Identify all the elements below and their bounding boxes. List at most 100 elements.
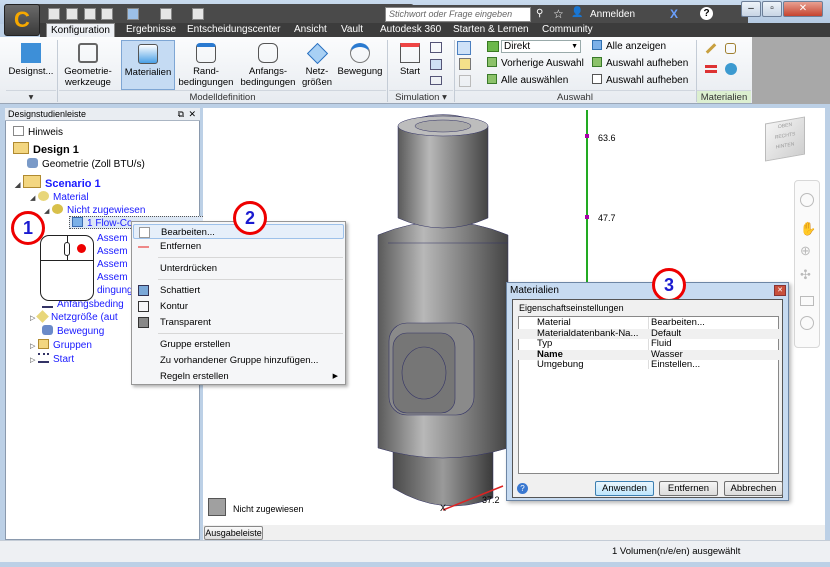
flow-control-part[interactable] xyxy=(377,114,509,507)
list-icon[interactable] xyxy=(430,42,442,53)
tree-gruppen[interactable]: ▷ Gruppen xyxy=(30,339,92,352)
tab-konfiguration[interactable]: Konfiguration xyxy=(46,23,115,37)
geometriewerkzeuge-button[interactable]: Geometrie-werkzeuge xyxy=(59,40,117,90)
search-input[interactable]: Stichwort oder Frage eingeben xyxy=(385,7,531,22)
property-value[interactable]: Einstellen... xyxy=(651,359,700,371)
anfangsbedingungen-button[interactable]: Anfangs-bedingungen xyxy=(237,40,299,90)
close-button[interactable]: ✕ xyxy=(783,1,823,17)
close-icon[interactable]: ✕ xyxy=(188,108,196,121)
collapse-icon[interactable]: ◢ xyxy=(30,192,38,205)
menu-regeln-erstellen[interactable]: Regeln erstellen ▶ xyxy=(133,369,344,384)
float-icon[interactable]: ⧉ xyxy=(178,108,184,121)
tab-autodesk-360[interactable]: Autodesk 360 xyxy=(376,23,445,37)
app-menu-button[interactable]: C xyxy=(4,4,40,36)
tab-starten-lernen[interactable]: Starten & Lernen xyxy=(449,23,533,37)
tree-randbedingungen[interactable]: dingung xyxy=(97,284,133,297)
property-row[interactable]: Materialdatenbank-Na... Default xyxy=(517,328,779,339)
mail-icon[interactable] xyxy=(430,76,442,85)
save-as-icon[interactable] xyxy=(101,8,113,20)
menu-transparent[interactable]: Transparent xyxy=(133,315,344,330)
alle-anzeigen-button[interactable]: Alle anzeigen xyxy=(592,40,666,53)
property-row[interactable]: Umgebung Einstellen... xyxy=(517,359,779,371)
tree-hinweis[interactable]: Hinweis xyxy=(13,126,63,139)
netzgroessen-button[interactable]: Netz-größen xyxy=(301,40,333,90)
materialien-button[interactable]: Materialien xyxy=(121,40,175,90)
auswahl-aufheben-button-2[interactable]: Auswahl aufheben xyxy=(592,74,688,87)
zoom-icon[interactable]: ⊕ xyxy=(800,243,811,259)
alle-auswaehlen-button[interactable]: Alle auswählen xyxy=(487,74,568,87)
help-icon[interactable]: ? xyxy=(517,483,528,494)
ausgabeleiste-button[interactable]: Ausgabeleiste xyxy=(204,526,263,540)
menu-entfernen[interactable]: Entfernen xyxy=(133,239,344,254)
pan-hand-icon[interactable]: ✋ xyxy=(800,221,816,237)
group-simulation[interactable]: Simulation ▾ xyxy=(389,90,453,103)
star-icon[interactable]: ☆ xyxy=(553,7,564,21)
tree-assem[interactable]: Assem xyxy=(97,258,128,271)
tree-design[interactable]: Design 1 xyxy=(13,142,79,156)
designst-dropdown[interactable]: ▾ xyxy=(6,90,56,103)
display-icon[interactable] xyxy=(192,8,204,20)
tree-geometrie[interactable]: Geometrie (Zoll BTU/s) xyxy=(27,158,145,171)
tab-vault[interactable]: Vault xyxy=(337,23,367,37)
bewegung-button[interactable]: Bewegung xyxy=(335,40,385,90)
tree-scenario[interactable]: ◢ Scenario 1 xyxy=(15,175,101,190)
expand-icon[interactable]: ▷ xyxy=(30,340,38,353)
orbit-icon[interactable]: ✣ xyxy=(800,267,811,283)
expand-icon[interactable]: ▷ xyxy=(30,354,38,367)
menu-unterdruecken[interactable]: Unterdrücken xyxy=(133,261,344,276)
tab-community[interactable]: Community xyxy=(538,23,597,37)
minimize-button[interactable]: – xyxy=(741,1,761,17)
start-button[interactable]: Start xyxy=(393,40,427,90)
menu-gruppe-erstellen[interactable]: Gruppe erstellen xyxy=(133,337,344,352)
binoculars-icon[interactable]: ⚲ xyxy=(536,8,543,19)
property-row[interactable]: Typ Fluid xyxy=(517,338,779,350)
viewcube[interactable]: OBEN RECHTS HINTEN xyxy=(765,116,805,162)
vorherige-auswahl-button[interactable]: Vorherige Auswahl xyxy=(487,57,584,70)
menu-kontur[interactable]: Kontur xyxy=(133,299,344,314)
signin-button[interactable]: Anmelden xyxy=(590,9,635,20)
dialog-close-button[interactable]: ✕ xyxy=(774,285,786,296)
select-mode-dropdown[interactable]: Direkt ▼ xyxy=(501,40,581,53)
tree-start[interactable]: ▷ Start xyxy=(30,353,74,366)
select-edge-icon[interactable] xyxy=(459,75,471,87)
designstudie-button[interactable]: Designst... xyxy=(6,40,56,90)
menu-schattiert[interactable]: Schattiert xyxy=(133,283,344,298)
save-icon[interactable] xyxy=(84,8,96,20)
tree-material[interactable]: ◢ Material xyxy=(30,191,89,204)
menu-zu-gruppe-hinzufuegen[interactable]: Zu vorhandener Gruppe hinzufügen... xyxy=(133,353,344,368)
material-list-icon[interactable] xyxy=(705,65,717,73)
new-icon[interactable] xyxy=(48,8,60,20)
abbrechen-button[interactable]: Abbrechen xyxy=(724,481,783,496)
tab-entscheidungscenter[interactable]: Entscheidungscenter xyxy=(183,23,284,37)
select-volume-icon[interactable] xyxy=(457,41,471,55)
open-icon[interactable] xyxy=(66,8,78,20)
look-at-icon[interactable] xyxy=(800,296,814,306)
collapse-icon[interactable]: ◢ xyxy=(15,179,23,192)
tree-assem[interactable]: Assem xyxy=(97,232,128,245)
tab-ergebnisse[interactable]: Ergebnisse xyxy=(122,23,180,37)
select-icon[interactable] xyxy=(127,8,139,20)
property-row[interactable]: Material Bearbeiten... xyxy=(517,317,779,329)
anwenden-button[interactable]: Anwenden xyxy=(595,481,654,496)
randbedingungen-button[interactable]: Rand-bedingungen xyxy=(177,40,235,90)
view-icon[interactable] xyxy=(160,8,172,20)
tree-assem[interactable]: Assem xyxy=(97,271,128,284)
tree-netzgroesse[interactable]: ▷ Netzgröße (aut xyxy=(30,310,118,324)
monitor-icon[interactable] xyxy=(430,59,442,70)
tree-assem[interactable]: Assem xyxy=(97,245,128,258)
center-icon[interactable] xyxy=(800,316,814,330)
property-value[interactable]: Bearbeiten... xyxy=(651,317,705,329)
maximize-button[interactable]: ▫ xyxy=(762,1,782,17)
tab-ansicht[interactable]: Ansicht xyxy=(290,23,331,37)
exchange-icon[interactable]: X xyxy=(670,7,678,21)
help-button[interactable]: ? xyxy=(700,7,713,20)
entfernen-button[interactable]: Entfernen xyxy=(659,481,718,496)
property-value[interactable]: Fluid xyxy=(651,338,672,350)
collapse-icon[interactable]: ◢ xyxy=(44,205,52,218)
steering-wheel-icon[interactable] xyxy=(800,193,814,207)
auswahl-aufheben-button[interactable]: Auswahl aufheben xyxy=(592,57,688,70)
tree-bewegung[interactable]: Bewegung xyxy=(42,325,104,338)
globe-icon[interactable] xyxy=(725,63,737,75)
material-edit-icon[interactable] xyxy=(725,43,736,54)
select-surface-icon[interactable] xyxy=(459,58,471,70)
